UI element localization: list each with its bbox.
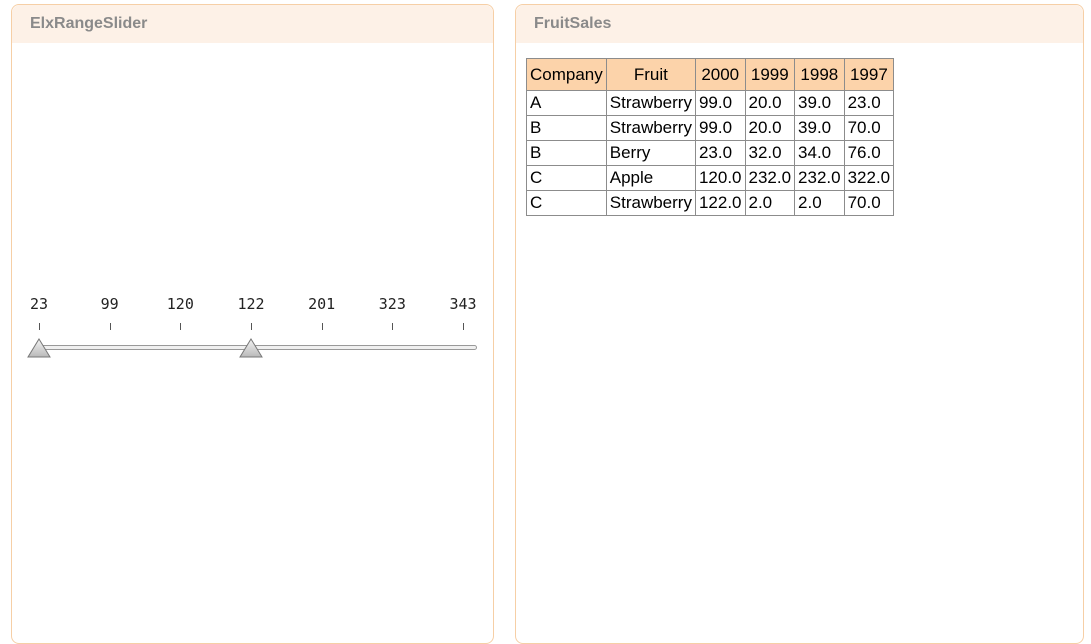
table-header-row: Company Fruit 2000 1999 1998 1997 [526, 58, 895, 91]
table-cell: C [526, 165, 607, 191]
table-cell: Strawberry [605, 190, 696, 216]
table-cell: 99.0 [694, 90, 746, 116]
table-cell: 32.0 [744, 140, 796, 166]
slider-tick-label: 23 [29, 295, 49, 313]
table-cell: 34.0 [794, 140, 845, 166]
slider-tick-mark [463, 323, 464, 330]
slider-tick-mark [180, 323, 182, 330]
slider-tick-label: 99 [100, 295, 119, 313]
fruit-sales-panel: FruitSales Company Fruit 2000 1999 1998 1997 … [515, 4, 1084, 644]
table-cell: 20.0 [744, 115, 796, 141]
table-row[interactable]: A Strawberry 99.0 20.0 39.0 23.0 [526, 90, 895, 116]
fruit-sales-table: Company Fruit 2000 1999 1998 1997 A Strawberry… [526, 58, 895, 216]
fruit-sales-panel-title: FruitSales [516, 5, 1083, 43]
triangle-thumb-icon [239, 338, 263, 358]
triangle-thumb-icon [27, 338, 51, 358]
table-cell: 76.0 [843, 140, 895, 166]
table-cell: Strawberry [605, 115, 696, 141]
table-cell: 39.0 [794, 115, 845, 141]
table-cell: B [526, 140, 607, 166]
table-cell: 70.0 [843, 115, 895, 141]
slider-tick-label: 343 [449, 295, 477, 313]
column-header[interactable]: Company [526, 58, 607, 91]
slider-tick-label: 120 [166, 295, 194, 313]
range-slider[interactable]: 23 99 120 122 201 323 343 [12, 5, 495, 605]
slider-tick-label: 323 [378, 295, 406, 313]
column-header[interactable]: 2000 [694, 58, 746, 91]
column-header[interactable]: 1998 [794, 58, 845, 91]
range-slider-panel: ElxRangeSlider 23 99 120 122 201 323 343 [11, 4, 494, 644]
table-cell: 322.0 [843, 165, 895, 191]
table-row[interactable]: C Apple 120.0 232.0 232.0 322.0 [526, 165, 895, 191]
table-row[interactable]: B Berry 23.0 32.0 34.0 76.0 [526, 140, 895, 166]
table-cell: 122.0 [694, 190, 746, 216]
table-cell: Berry [605, 140, 696, 166]
table-cell: 232.0 [744, 165, 796, 191]
slider-tick-mark [251, 323, 252, 330]
table-cell: 23.0 [694, 140, 746, 166]
column-header[interactable]: 1999 [744, 58, 796, 91]
table-row[interactable]: B Strawberry 99.0 20.0 39.0 70.0 [526, 115, 895, 141]
table-cell: 120.0 [694, 165, 746, 191]
table-cell: 39.0 [794, 90, 845, 116]
table-cell: Strawberry [605, 90, 696, 116]
slider-tick-label: 201 [308, 295, 336, 313]
slider-tick-mark [109, 323, 111, 330]
table-cell: 20.0 [744, 90, 796, 116]
table-cell: 2.0 [794, 190, 845, 216]
table-row[interactable]: C Strawberry 122.0 2.0 2.0 70.0 [526, 190, 895, 216]
column-header[interactable]: 1997 [843, 58, 895, 91]
table-cell: A [526, 90, 607, 116]
slider-high-thumb[interactable] [239, 338, 263, 358]
table-body: A Strawberry 99.0 20.0 39.0 23.0 B Strawberry 99… [526, 90, 895, 216]
table-cell: 99.0 [694, 115, 746, 141]
slider-low-thumb[interactable] [27, 338, 51, 358]
table-cell: B [526, 115, 607, 141]
slider-tick-mark [392, 323, 394, 330]
table-cell: 23.0 [843, 90, 895, 116]
table-cell: C [526, 190, 607, 216]
table-cell: 2.0 [744, 190, 796, 216]
slider-tick-mark [321, 323, 323, 330]
table-cell: 70.0 [843, 190, 895, 216]
column-header[interactable]: Fruit [605, 58, 696, 91]
slider-tick-mark [39, 323, 40, 330]
table-cell: 232.0 [794, 165, 845, 191]
table-cell: Apple [605, 165, 696, 191]
slider-tick-label: 122 [237, 295, 265, 313]
